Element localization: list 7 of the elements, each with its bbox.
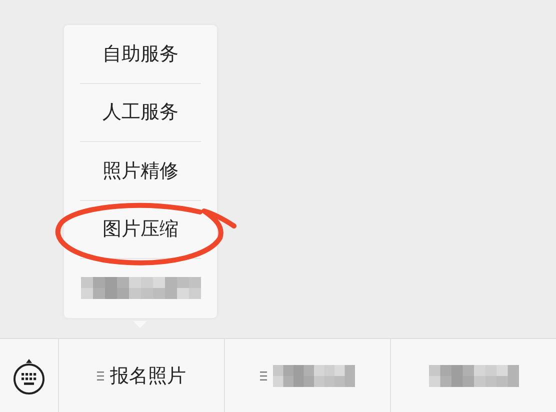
menu-item[interactable]: 图片压缩 bbox=[80, 200, 201, 259]
menu-item[interactable]: 人工服务 bbox=[80, 84, 201, 142]
keyboard-icon[interactable] bbox=[12, 356, 46, 394]
menu-item[interactable]: 照片精修 bbox=[80, 142, 201, 200]
menu-lines-icon bbox=[97, 370, 104, 380]
menu-lines-icon bbox=[260, 370, 267, 380]
menu-item[interactable]: 自助服务 bbox=[80, 25, 201, 84]
